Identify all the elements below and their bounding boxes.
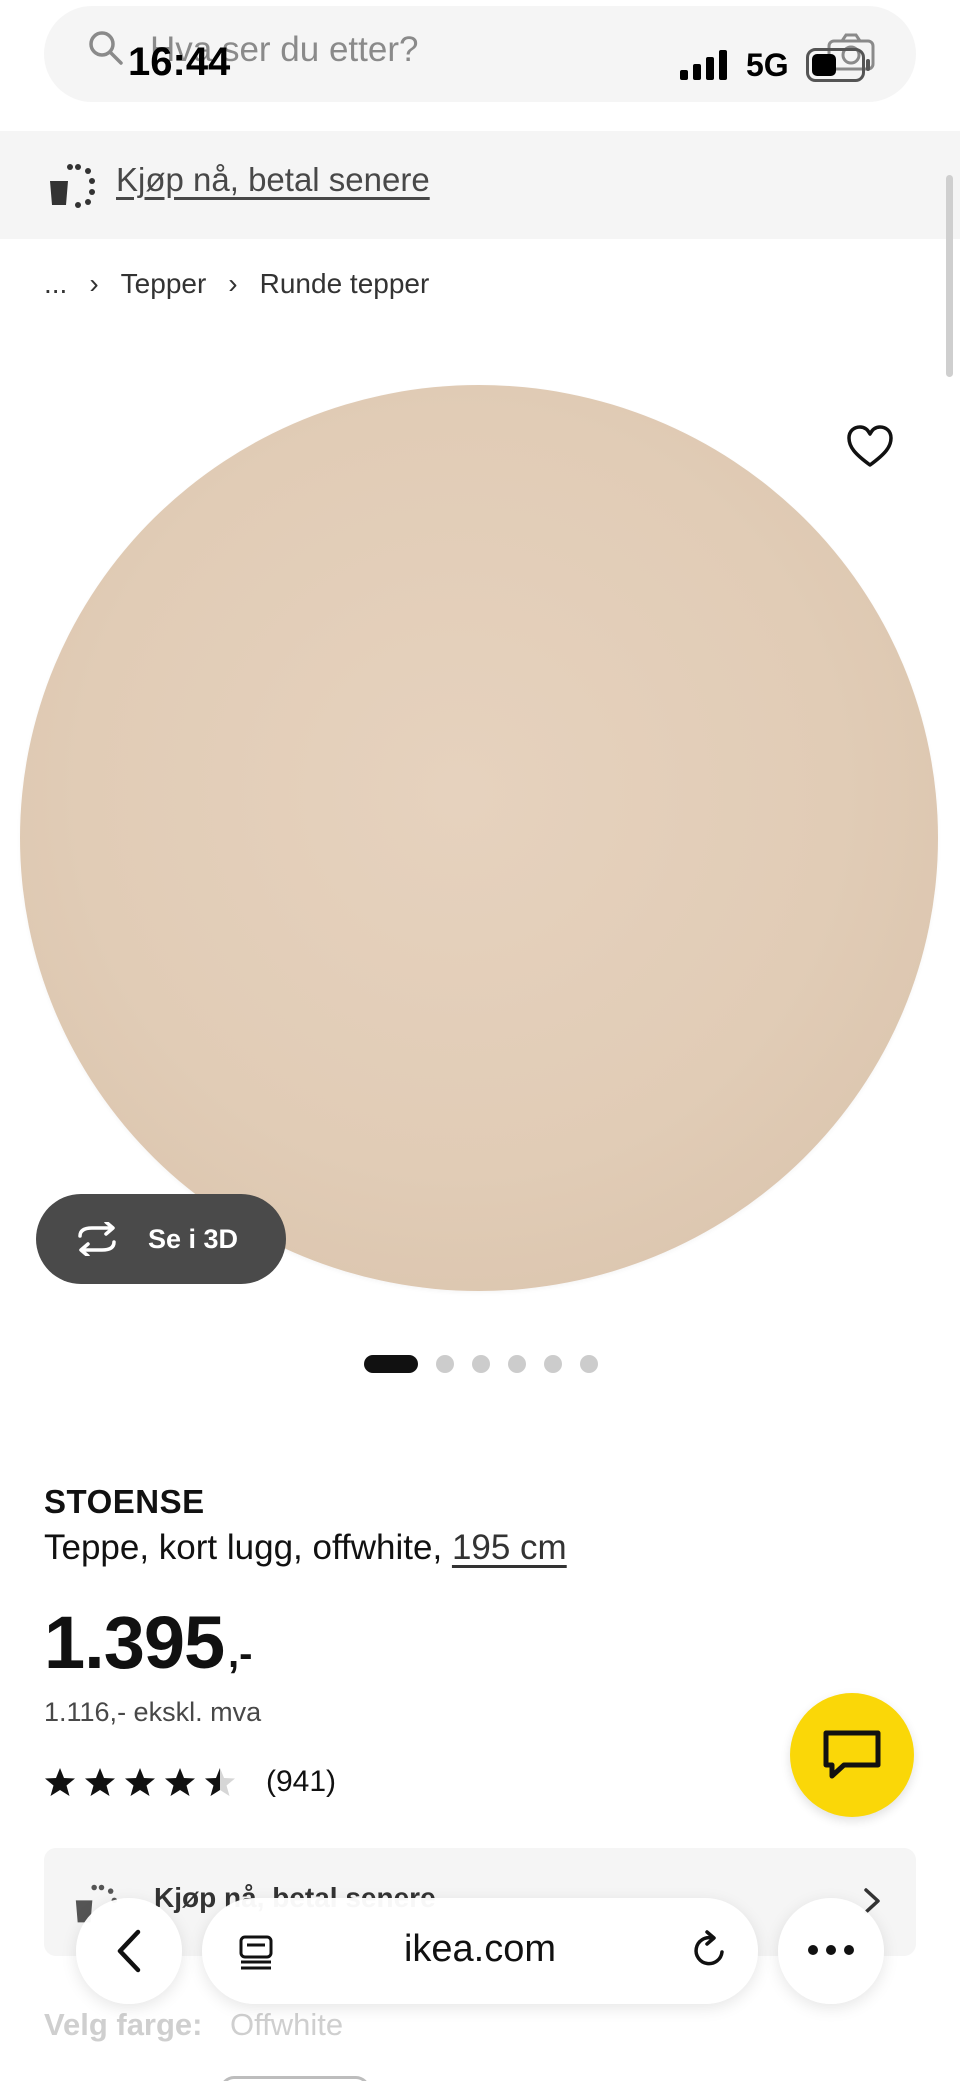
star-icon bbox=[125, 1768, 155, 1796]
reload-icon[interactable] bbox=[690, 1930, 730, 1970]
breadcrumb-item-tepper[interactable]: Tepper bbox=[121, 268, 207, 300]
image-carousel-dots bbox=[364, 1355, 616, 1373]
breadcrumb-ellipsis[interactable]: ... bbox=[44, 268, 67, 300]
color-swatch[interactable] bbox=[220, 2076, 370, 2081]
status-time: 16:44 bbox=[128, 40, 231, 84]
carousel-dot[interactable] bbox=[472, 1355, 490, 1373]
product-rating[interactable]: (941) bbox=[44, 1765, 336, 1799]
color-value: Offwhite bbox=[230, 2007, 344, 2042]
carousel-dot[interactable] bbox=[508, 1355, 526, 1373]
carousel-dot[interactable] bbox=[364, 1355, 418, 1373]
heart-icon[interactable] bbox=[845, 422, 895, 472]
star-icon bbox=[165, 1768, 195, 1796]
breadcrumb: ... › Tepper › Runde tepper bbox=[44, 268, 429, 300]
price-suffix: ,- bbox=[228, 1632, 253, 1676]
chat-button[interactable] bbox=[790, 1693, 914, 1817]
review-count[interactable]: (941) bbox=[266, 1765, 336, 1799]
browser-back-button[interactable] bbox=[76, 1898, 182, 2004]
price-ex-vat: 1.116,- ekskl. mva bbox=[44, 1697, 262, 1727]
star-icon bbox=[85, 1768, 115, 1796]
star-half-icon bbox=[205, 1768, 235, 1796]
back-icon bbox=[117, 1929, 141, 1973]
page-scrollbar[interactable] bbox=[946, 175, 953, 377]
more-icon bbox=[808, 1945, 854, 1955]
network-label: 5G bbox=[746, 47, 789, 83]
product-name: STOENSE bbox=[44, 1483, 205, 1520]
product-description-text: Teppe, kort lugg, offwhite, bbox=[44, 1528, 452, 1567]
more-button[interactable] bbox=[778, 1898, 884, 2004]
view-3d-label: Se i 3D bbox=[148, 1223, 239, 1254]
chevron-right-icon: › bbox=[89, 268, 99, 299]
product-price: 1.395 bbox=[44, 1601, 225, 1684]
color-label: Velg farge: bbox=[44, 2007, 203, 2042]
size-link[interactable]: 195 cm bbox=[452, 1528, 567, 1567]
address-bar[interactable]: ikea.com bbox=[202, 1898, 758, 2004]
search-icon bbox=[89, 31, 123, 65]
promo-banner[interactable]: Kjøp nå, betal senere bbox=[0, 131, 960, 239]
view-3d-button[interactable]: Se i 3D bbox=[36, 1194, 286, 1284]
star-icon bbox=[45, 1768, 75, 1796]
carousel-dot[interactable] bbox=[580, 1355, 598, 1373]
promo-link[interactable]: Kjøp nå, betal senere bbox=[116, 161, 430, 199]
product-photo-rug bbox=[20, 385, 938, 1291]
carousel-dot[interactable] bbox=[436, 1355, 454, 1373]
chevron-right-icon: › bbox=[228, 268, 238, 299]
address-url[interactable]: ikea.com bbox=[202, 1928, 758, 1971]
payment-icon bbox=[50, 164, 95, 208]
chat-icon bbox=[823, 1730, 881, 1779]
product-description: Teppe, kort lugg, offwhite, 195 cm bbox=[44, 1528, 567, 1568]
signal-icon bbox=[680, 50, 727, 80]
battery-icon bbox=[806, 48, 870, 82]
rotate-3d-icon bbox=[78, 1222, 116, 1256]
carousel-dot[interactable] bbox=[544, 1355, 562, 1373]
breadcrumb-item-runde-tepper[interactable]: Runde tepper bbox=[260, 268, 430, 300]
